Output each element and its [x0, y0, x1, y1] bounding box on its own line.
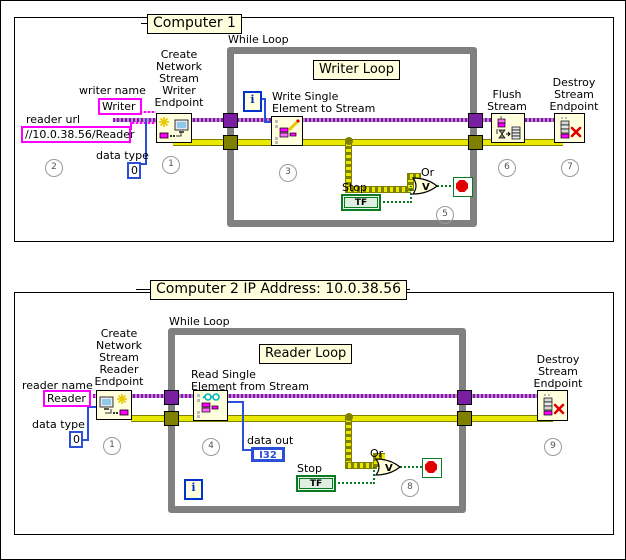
panel1-i-wire-v	[264, 99, 266, 123]
panel1-stop-sign[interactable]	[453, 177, 473, 197]
panel2-destroy-stream-endpoint-node[interactable]	[537, 390, 568, 421]
write-single-element-to-stream-node[interactable]	[271, 116, 303, 146]
panel1-data-tunnel-right	[468, 135, 483, 150]
read-element-icon	[194, 391, 227, 420]
step-number-7-destroy: 7	[561, 159, 579, 177]
create-writer-endpoint-icon	[157, 114, 191, 142]
step-number-1-writer: 1	[162, 156, 180, 174]
read-single-element-label: Read Single Element from Stream	[191, 368, 309, 393]
panel1-loop-title: Writer Loop	[313, 60, 400, 80]
panel2-data-type-label: data type	[32, 418, 85, 431]
step-number-4-read: 4	[202, 438, 220, 456]
panel1-stop-octagon	[456, 180, 468, 192]
destroy-endpoint-icon	[538, 391, 567, 420]
panel1-iteration-terminal: i	[243, 91, 262, 112]
panel1-data-tunnel-left	[223, 135, 238, 150]
read-single-element-from-stream-node[interactable]	[193, 390, 228, 421]
reader-url-label: reader url	[26, 113, 81, 126]
panel2-or-out-wire	[400, 466, 424, 468]
panel1-destroy-label: Destroy Stream Endpoint	[549, 76, 599, 113]
panel2-stop-value: TF	[299, 478, 333, 489]
panel2-loop-title: Reader Loop	[259, 344, 353, 364]
write-element-icon	[272, 117, 302, 145]
panel2-datatype-wire-v	[87, 406, 89, 441]
panel1-data-type-label: data type	[96, 149, 149, 162]
panel2-stop-octagon	[425, 461, 437, 473]
panel2-stop-sign[interactable]	[422, 458, 442, 478]
data-out-indicator: I32	[251, 447, 285, 462]
panel2-branch-node	[345, 413, 353, 421]
panel2-error-tunnel-right	[457, 390, 472, 405]
panel2-destroy-label: Destroy Stream Endpoint	[533, 353, 583, 390]
panel2-data-tunnel-right	[457, 411, 472, 426]
panel2-while-loop-label: While Loop	[169, 315, 230, 328]
panel1-reader-url-wire-h	[132, 122, 156, 124]
panel2-error-wire	[93, 394, 553, 398]
panel2-or-label: Or	[370, 447, 384, 460]
panel1-create-writer-label: Create Network Stream Writer Endpoint	[154, 48, 204, 109]
flush-stream-node[interactable]	[491, 113, 525, 143]
panel1-stop-label: Stop	[342, 181, 368, 194]
step-number-3-write: 3	[279, 164, 297, 182]
panel2-stop-label: Stop	[297, 462, 323, 475]
reader-name-label: reader name	[22, 379, 93, 392]
destroy-endpoint-icon	[555, 114, 584, 142]
panel2-create-reader-label: Create Network Stream Reader Endpoint	[94, 327, 144, 388]
panel1-branch-node	[345, 137, 353, 145]
panel2-dataout-wire-v	[242, 401, 244, 451]
panel2-data-type-control[interactable]: 0	[69, 431, 83, 448]
panel2-or-gate[interactable]: V	[374, 457, 402, 481]
panel1-stop-control[interactable]: TF	[341, 194, 381, 211]
panel2-error-tunnel-left	[164, 390, 179, 405]
panel1-stop-value: TF	[344, 197, 378, 208]
panel2-title-rule-left	[136, 289, 151, 290]
step-number-1-reader: 1	[103, 437, 121, 455]
writer-name-control[interactable]: Writer	[98, 98, 142, 115]
panel1-or-gate[interactable]: V	[411, 176, 439, 200]
panel1-error-tunnel-left	[223, 113, 238, 128]
data-out-value: I32	[253, 449, 283, 461]
flush-stream-label: Flush Stream	[487, 88, 527, 113]
panel1-data-type-control[interactable]: 0	[127, 162, 141, 179]
panel1-stop-wire-h	[383, 201, 411, 203]
step-number-5-stop: 5	[436, 206, 454, 224]
writer-name-label: writer name	[79, 84, 146, 97]
panel1-error-tunnel-right	[468, 113, 483, 128]
create-network-stream-writer-endpoint-node[interactable]	[156, 113, 192, 143]
panel2-stop-control[interactable]: TF	[296, 475, 336, 492]
step-number-6-flush: 6	[498, 159, 516, 177]
svg-text:V: V	[422, 182, 430, 193]
write-single-element-label: Write Single Element to Stream	[272, 90, 376, 115]
step-number-2-url: 2	[45, 159, 63, 177]
panel2-data-tunnel-left	[164, 411, 179, 426]
panel1-destroy-stream-endpoint-node[interactable]	[554, 113, 585, 143]
reader-url-control[interactable]: //10.0.38.56/Reader	[21, 126, 135, 143]
reader-name-control[interactable]: Reader	[43, 390, 91, 407]
step-number-9-destroy: 9	[544, 438, 562, 456]
panel1-while-loop-label: While Loop	[228, 33, 289, 46]
panel2-iteration-terminal: i	[184, 479, 203, 500]
panel2-branch-wire-v	[345, 417, 352, 467]
create-reader-endpoint-icon	[97, 391, 131, 419]
flush-stream-icon	[492, 114, 524, 142]
panel2-stop-wire-h	[338, 482, 374, 484]
panel1-or-label: Or	[421, 166, 435, 179]
svg-text:V: V	[385, 463, 393, 474]
step-number-8-stop: 8	[401, 479, 419, 497]
panel1-title: Computer 1	[147, 14, 242, 34]
panel2-title: Computer 2 IP Address: 10.0.38.56	[150, 280, 408, 300]
block-diagram-canvas: Computer 1 While Loop Writer Loop Create…	[0, 0, 626, 560]
create-network-stream-reader-endpoint-node[interactable]	[96, 390, 132, 420]
data-out-label: data out	[247, 434, 294, 447]
